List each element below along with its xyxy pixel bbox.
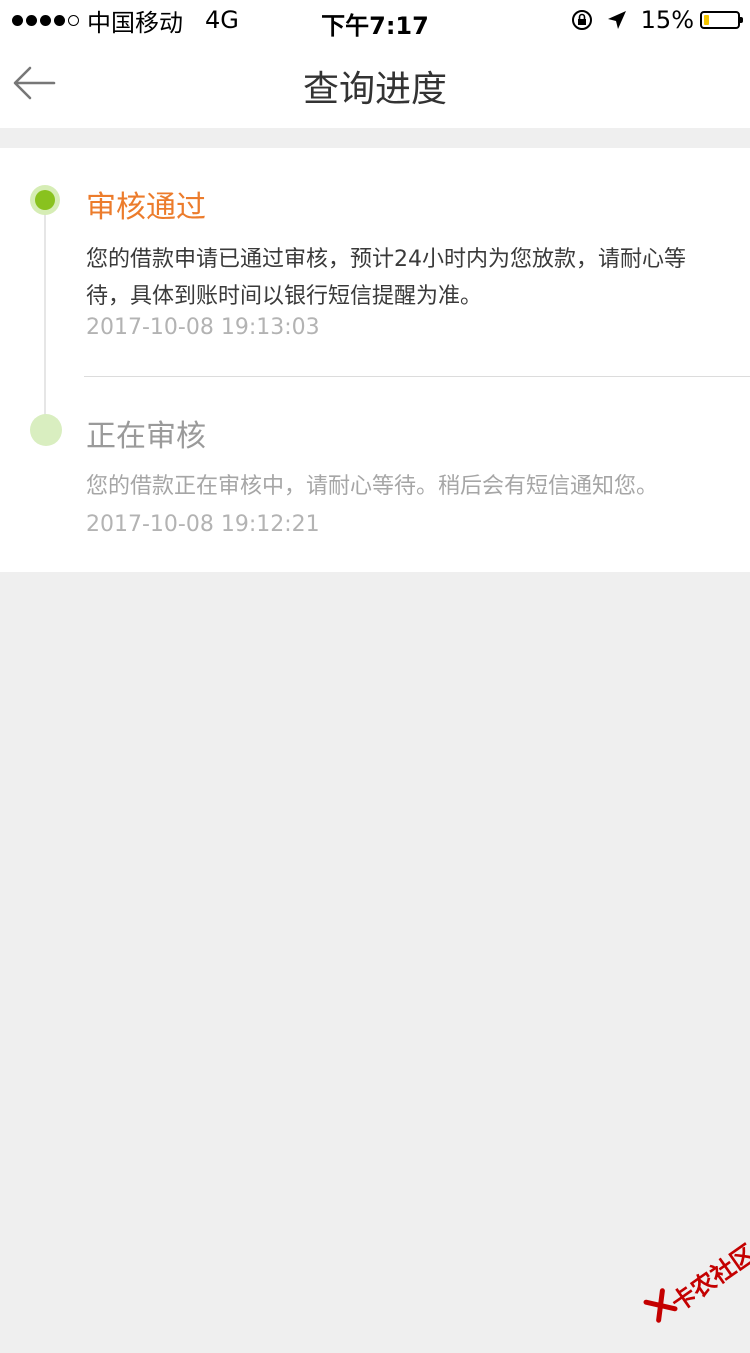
watermark: 卡农社区	[624, 1217, 750, 1353]
timeline-dot-current	[35, 190, 55, 210]
battery-icon	[700, 11, 743, 29]
status-right: 15%	[571, 6, 743, 34]
battery-percent: 15%	[640, 6, 694, 34]
step-description-reviewing: 您的借款正在审核中，请耐心等待。稍后会有短信通知您。	[86, 474, 659, 499]
nav-bar: 查询进度	[0, 40, 750, 128]
watermark-text: 卡农社区	[666, 1239, 750, 1318]
timeline-dot-past	[30, 414, 62, 446]
location-arrow-icon	[607, 11, 626, 29]
timeline-line	[44, 200, 46, 426]
step-title-reviewing: 正在审核	[86, 419, 206, 454]
step-description-approved: 您的借款申请已通过审核，预计24小时内为您放款，请耐心等待，具体到账时间以银行短…	[86, 247, 686, 309]
step-timestamp-approved: 2017-10-08 19:13:03	[86, 315, 320, 340]
orientation-lock-icon	[571, 10, 592, 30]
step-timestamp-reviewing: 2017-10-08 19:12:21	[86, 512, 320, 537]
step-divider	[84, 376, 750, 377]
step-title-approved: 审核通过	[86, 190, 206, 225]
battery-level	[704, 15, 709, 25]
status-bar: 中国移动 4G 下午7:17 15%	[0, 0, 750, 40]
progress-timeline: 审核通过 您的借款申请已通过审核，预计24小时内为您放款，请耐心等待，具体到账时…	[0, 148, 750, 572]
page-title: 查询进度	[302, 69, 447, 110]
